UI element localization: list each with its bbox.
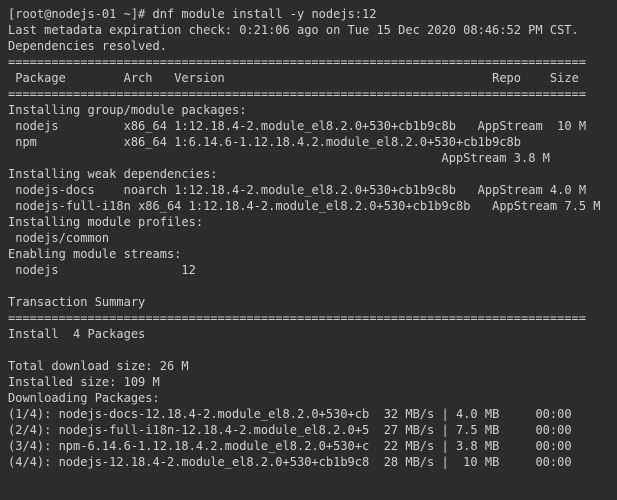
- dl-4-size: 10 MB: [456, 455, 499, 469]
- hr-top: ========================================…: [8, 55, 586, 69]
- downloading-packages: Downloading Packages:: [8, 391, 160, 405]
- pkg-i18n-version: 1:12.18.4-2.module_el8.2.0+530+cb1b9c8b: [189, 199, 471, 213]
- dl-4-name: (4/4): nodejs-12.18.4-2.module_el8.2.0+5…: [8, 455, 369, 469]
- pkg-npm-size: 3.8 M: [514, 151, 550, 165]
- pkg-nodejs-repo: AppStream: [478, 119, 543, 133]
- dl-2-speed: 27 MB/s: [384, 423, 435, 437]
- pkg-npm-repo: AppStream: [441, 151, 506, 165]
- pkg-nodejs-version: 1:12.18.4-2.module_el8.2.0+530+cb1b9c8b: [174, 119, 456, 133]
- stream-version: 12: [181, 263, 195, 277]
- section-weak-deps: Installing weak dependencies:: [8, 167, 218, 181]
- installed-size: Installed size: 109 M: [8, 375, 160, 389]
- install-count: Install 4 Packages: [8, 327, 145, 341]
- section-module-profiles: Installing module profiles:: [8, 215, 203, 229]
- section-module-streams: Enabling module streams:: [8, 247, 181, 261]
- pkg-docs-version: 1:12.18.4-2.module_el8.2.0+530+cb1b9c8b: [174, 183, 456, 197]
- col-package: Package: [15, 71, 66, 85]
- total-download-size: Total download size: 26 M: [8, 359, 189, 373]
- pkg-docs-name: nodejs-docs: [8, 183, 95, 197]
- pkg-i18n-repo: AppStream: [492, 199, 557, 213]
- command-text: dnf module install -y nodejs:12: [153, 7, 377, 21]
- pkg-npm-name: npm: [8, 135, 37, 149]
- dl-2-time: 00:00: [535, 423, 571, 437]
- pkg-docs-repo: AppStream: [478, 183, 543, 197]
- hr-tx: ========================================…: [8, 311, 586, 325]
- col-size: Size: [550, 71, 579, 85]
- pkg-npm-arch: x86_64: [124, 135, 167, 149]
- dl-4-speed: 28 MB/s: [384, 455, 435, 469]
- transaction-summary: Transaction Summary: [8, 295, 145, 309]
- pkg-nodejs-size: 10 M: [557, 119, 586, 133]
- pkg-nodejs-arch: x86_64: [124, 119, 167, 133]
- dl-3-speed: 22 MB/s: [384, 439, 435, 453]
- pkg-i18n-arch: x86_64: [138, 199, 181, 213]
- dl-3-name: (3/4): npm-6.14.6-1.12.18.4.2.module_el8…: [8, 439, 369, 453]
- shell-prompt: [root@nodejs-01 ~]#: [8, 7, 153, 21]
- terminal[interactable]: [root@nodejs-01 ~]# dnf module install -…: [0, 0, 617, 476]
- dl-2-name: (2/4): nodejs-full-i18n-12.18.4-2.module…: [8, 423, 369, 437]
- dl-3-time: 00:00: [535, 439, 571, 453]
- col-arch: Arch: [124, 71, 153, 85]
- col-version: Version: [174, 71, 225, 85]
- dl-3-size: 3.8 MB: [456, 439, 499, 453]
- dl-1-size: 4.0 MB: [456, 407, 499, 421]
- section-group-packages: Installing group/module packages:: [8, 103, 246, 117]
- metadata-line: Last metadata expiration check: 0:21:06 …: [8, 23, 579, 37]
- pkg-i18n-name: nodejs-full-i18n: [8, 199, 131, 213]
- dl-4-time: 00:00: [535, 455, 571, 469]
- hr-mid: ========================================…: [8, 87, 586, 101]
- pkg-i18n-size: 7.5 M: [564, 199, 600, 213]
- deps-resolved: Dependencies resolved.: [8, 39, 167, 53]
- pkg-nodejs-name: nodejs: [8, 119, 59, 133]
- profile-line: nodejs/common: [8, 231, 109, 245]
- col-repo: Repo: [492, 71, 521, 85]
- dl-1-speed: 32 MB/s: [384, 407, 435, 421]
- dl-2-size: 7.5 MB: [456, 423, 499, 437]
- pkg-docs-size: 4.0 M: [550, 183, 586, 197]
- dl-1-time: 00:00: [535, 407, 571, 421]
- pkg-npm-version: 1:6.14.6-1.12.18.4.2.module_el8.2.0+530+…: [174, 135, 521, 149]
- dl-1-name: (1/4): nodejs-docs-12.18.4-2.module_el8.…: [8, 407, 369, 421]
- stream-name: nodejs: [8, 263, 59, 277]
- pkg-docs-arch: noarch: [124, 183, 167, 197]
